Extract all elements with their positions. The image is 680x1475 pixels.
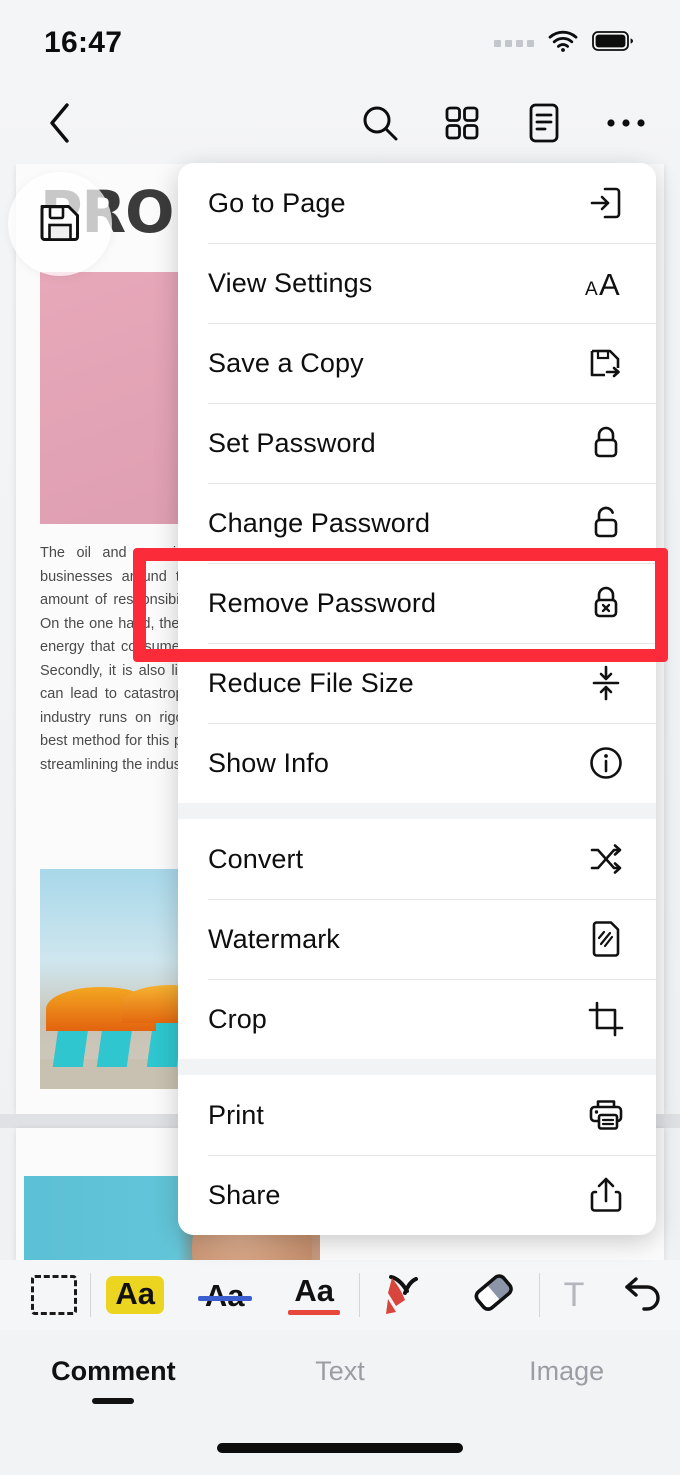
more-icon	[606, 116, 646, 135]
menu-item-label: Print	[208, 1099, 265, 1130]
strikethrough-tool-button[interactable]: Aa	[180, 1280, 270, 1311]
menu-item-label: Set Password	[208, 427, 376, 458]
highlight-tool-button[interactable]: Aa	[90, 1276, 180, 1314]
undo-icon	[622, 1273, 666, 1318]
tab-label: Image	[529, 1356, 605, 1386]
battery-full-icon	[592, 30, 634, 57]
more-options-menu[interactable]: Go to Page View Settings A A Save a Copy	[178, 163, 656, 1235]
menu-item-label: Convert	[208, 843, 304, 874]
watermark-icon	[584, 917, 628, 961]
tab-label: Text	[315, 1356, 365, 1386]
menu-item-label: Show Info	[208, 747, 329, 778]
highlighter-pen-icon	[378, 1268, 432, 1323]
menu-item-label: Remove Password	[208, 587, 437, 618]
menu-group-separator	[178, 803, 656, 819]
menu-item-save-a-copy[interactable]: Save a Copy	[178, 323, 656, 403]
info-circle-icon	[584, 741, 628, 785]
eraser-icon	[468, 1270, 520, 1321]
home-indicator	[217, 1443, 463, 1453]
status-time: 16:47	[44, 26, 123, 59]
wifi-icon	[548, 30, 578, 57]
text-tool-icon: T	[563, 1276, 585, 1314]
menu-item-label: View Settings	[208, 267, 373, 298]
share-icon	[584, 1173, 628, 1217]
menu-item-print[interactable]: Print	[178, 1075, 656, 1155]
text-size-icon: A A	[584, 261, 628, 305]
lock-remove-icon	[584, 581, 628, 625]
outline-icon	[527, 103, 561, 148]
menu-group-separator	[178, 1059, 656, 1075]
tab-image[interactable]: Image	[453, 1356, 680, 1404]
more-button[interactable]	[602, 101, 650, 149]
annotation-toolbar: Aa Aa Aa T	[0, 1260, 680, 1330]
nav-actions	[356, 101, 650, 149]
text-tool-button[interactable]: T	[540, 1278, 608, 1312]
menu-item-share[interactable]: Share	[178, 1155, 656, 1235]
highlight-icon: Aa	[106, 1276, 165, 1314]
menu-item-convert[interactable]: Convert	[178, 819, 656, 899]
tab-active-indicator	[92, 1398, 135, 1404]
menu-item-reduce-file-size[interactable]: Reduce File Size	[178, 643, 656, 723]
lock-open-icon	[584, 501, 628, 545]
search-icon	[360, 103, 400, 148]
menu-item-label: Share	[208, 1179, 281, 1210]
grid-icon	[444, 105, 480, 146]
floppy-save-icon	[38, 200, 82, 249]
eraser-tool-button[interactable]	[449, 1270, 539, 1321]
tab-active-indicator	[546, 1398, 588, 1404]
highlighter-pen-tool-button[interactable]	[360, 1268, 450, 1323]
area-select-tool-button[interactable]	[0, 1275, 90, 1315]
menu-item-view-settings[interactable]: View Settings A A	[178, 243, 656, 323]
back-button[interactable]	[36, 101, 84, 149]
undo-button[interactable]	[608, 1273, 680, 1318]
lock-closed-icon	[584, 421, 628, 465]
menu-item-set-password[interactable]: Set Password	[178, 403, 656, 483]
menu-item-go-to-page[interactable]: Go to Page	[178, 163, 656, 243]
menu-item-label: Save a Copy	[208, 347, 364, 378]
outline-button[interactable]	[520, 101, 568, 149]
underline-icon: Aa	[288, 1275, 340, 1315]
tab-comment[interactable]: Comment	[0, 1356, 227, 1404]
menu-item-watermark[interactable]: Watermark	[178, 899, 656, 979]
tab-label: Comment	[51, 1356, 176, 1386]
save-copy-icon	[584, 341, 628, 385]
strikethrough-icon: Aa	[197, 1277, 252, 1313]
svg-text:A: A	[599, 267, 620, 301]
status-bar: 16:47	[0, 0, 680, 86]
go-to-page-icon	[584, 181, 628, 225]
menu-item-crop[interactable]: Crop	[178, 979, 656, 1059]
menu-item-label: Watermark	[208, 923, 340, 954]
nav-bar	[0, 86, 680, 164]
underline-tool-button[interactable]: Aa	[269, 1275, 359, 1315]
crop-icon	[584, 997, 628, 1041]
bottom-tab-bar: Comment Text Image	[0, 1330, 680, 1475]
menu-item-remove-password[interactable]: Remove Password	[178, 563, 656, 643]
menu-item-label: Reduce File Size	[208, 667, 414, 698]
tab-active-indicator	[319, 1398, 361, 1404]
menu-item-label: Crop	[208, 1003, 267, 1034]
compress-icon	[584, 661, 628, 705]
tab-text[interactable]: Text	[227, 1356, 454, 1404]
signal-dots-icon	[494, 39, 534, 47]
menu-item-label: Change Password	[208, 507, 431, 538]
status-indicators	[494, 30, 634, 57]
search-button[interactable]	[356, 101, 404, 149]
menu-item-label: Go to Page	[208, 187, 346, 218]
shuffle-icon	[584, 837, 628, 881]
svg-text:A: A	[585, 279, 598, 300]
menu-item-change-password[interactable]: Change Password	[178, 483, 656, 563]
chevron-left-icon	[47, 102, 73, 149]
page-grid-button[interactable]	[438, 101, 486, 149]
menu-item-show-info[interactable]: Show Info	[178, 723, 656, 803]
app-screen: 16:47 PROM The oil and gas businesses ar…	[0, 0, 680, 1475]
printer-icon	[584, 1093, 628, 1137]
area-select-icon	[30, 1275, 77, 1315]
save-floating-button[interactable]	[8, 172, 112, 276]
